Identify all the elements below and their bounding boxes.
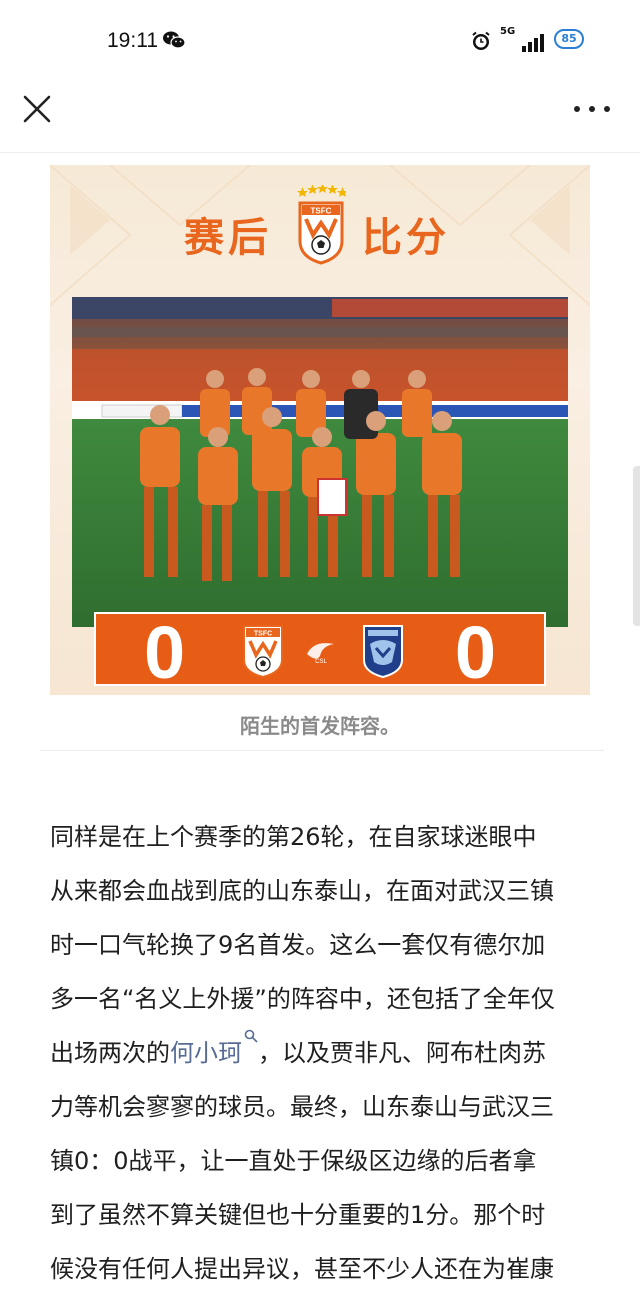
article-line: 镇0：0战平，让一直处于保级区边缘的后者拿 [50,1147,537,1175]
poster-title-right: 比分 [362,215,450,261]
divider [40,750,604,751]
signal-icon: 5G [500,26,544,54]
svg-text:TSFC: TSFC [311,207,332,216]
article-line: 同样是在上个赛季的第26轮，在自家球迷眼中 [50,823,537,851]
search-icon[interactable] [244,1029,258,1043]
wechat-icon [163,31,186,49]
article-line: 从来都会血战到底的山东泰山，在面对武汉三镇 [50,877,554,905]
article-line: 时一口气轮换了9名首发。这么一套仅有德尔加 [50,931,546,959]
close-icon[interactable] [22,94,52,124]
article-text: 出场两次的 [50,1039,170,1067]
article-image[interactable]: 赛后 TSFC 比分 0 TSFC CSL 0 [50,165,590,695]
scrollbar[interactable] [633,466,640,626]
article-line: 力等机会寥寥的球员。最终，山东泰山与武汉三 [50,1093,554,1121]
away-team-logo-icon [363,625,403,678]
network-type: 5G [500,26,516,37]
status-bar: 19:11 5G 85 [0,0,640,80]
more-icon[interactable] [574,106,610,114]
home-score: 0 [144,611,186,694]
image-caption: 陌生的首发阵容。 [240,714,400,738]
home-team-logo-icon: TSFC [243,625,283,678]
article-text: ，以及贾非凡、阿布杜肉苏 [258,1039,546,1067]
status-icons: 5G [470,26,544,54]
article-line: 候没有任何人提出异议，甚至不少人还在为崔康 [50,1255,554,1283]
svg-text:CSL: CSL [315,659,327,665]
nav-bar [0,80,640,153]
away-score: 0 [454,611,496,694]
article-body: 同样是在上个赛季的第26轮，在自家球迷眼中 从来都会血战到底的山东泰山，在面对武… [50,810,600,1296]
svg-text:TSFC: TSFC [254,631,272,638]
alarm-icon [472,31,490,50]
battery-icon: 85 [554,29,584,49]
status-time: 19:11 [107,29,158,52]
article-line: 到了虽然不算关键但也十分重要的1分。那个时 [50,1201,546,1229]
league-logo-icon: CSL [307,643,334,665]
team-photo [72,297,568,627]
article-line: 多一名“名义上外援”的阵容中，还包括了全年仅 [50,985,555,1013]
article-line: 出场两次的何小珂 ，以及贾非凡、阿布杜肉苏 [50,1026,600,1080]
club-crest-icon: TSFC [297,185,346,265]
person-search-link[interactable]: 何小珂 [170,1039,242,1067]
poster-title-left: 赛后 [184,215,272,261]
score-bar: 0 TSFC CSL 0 [94,611,546,694]
